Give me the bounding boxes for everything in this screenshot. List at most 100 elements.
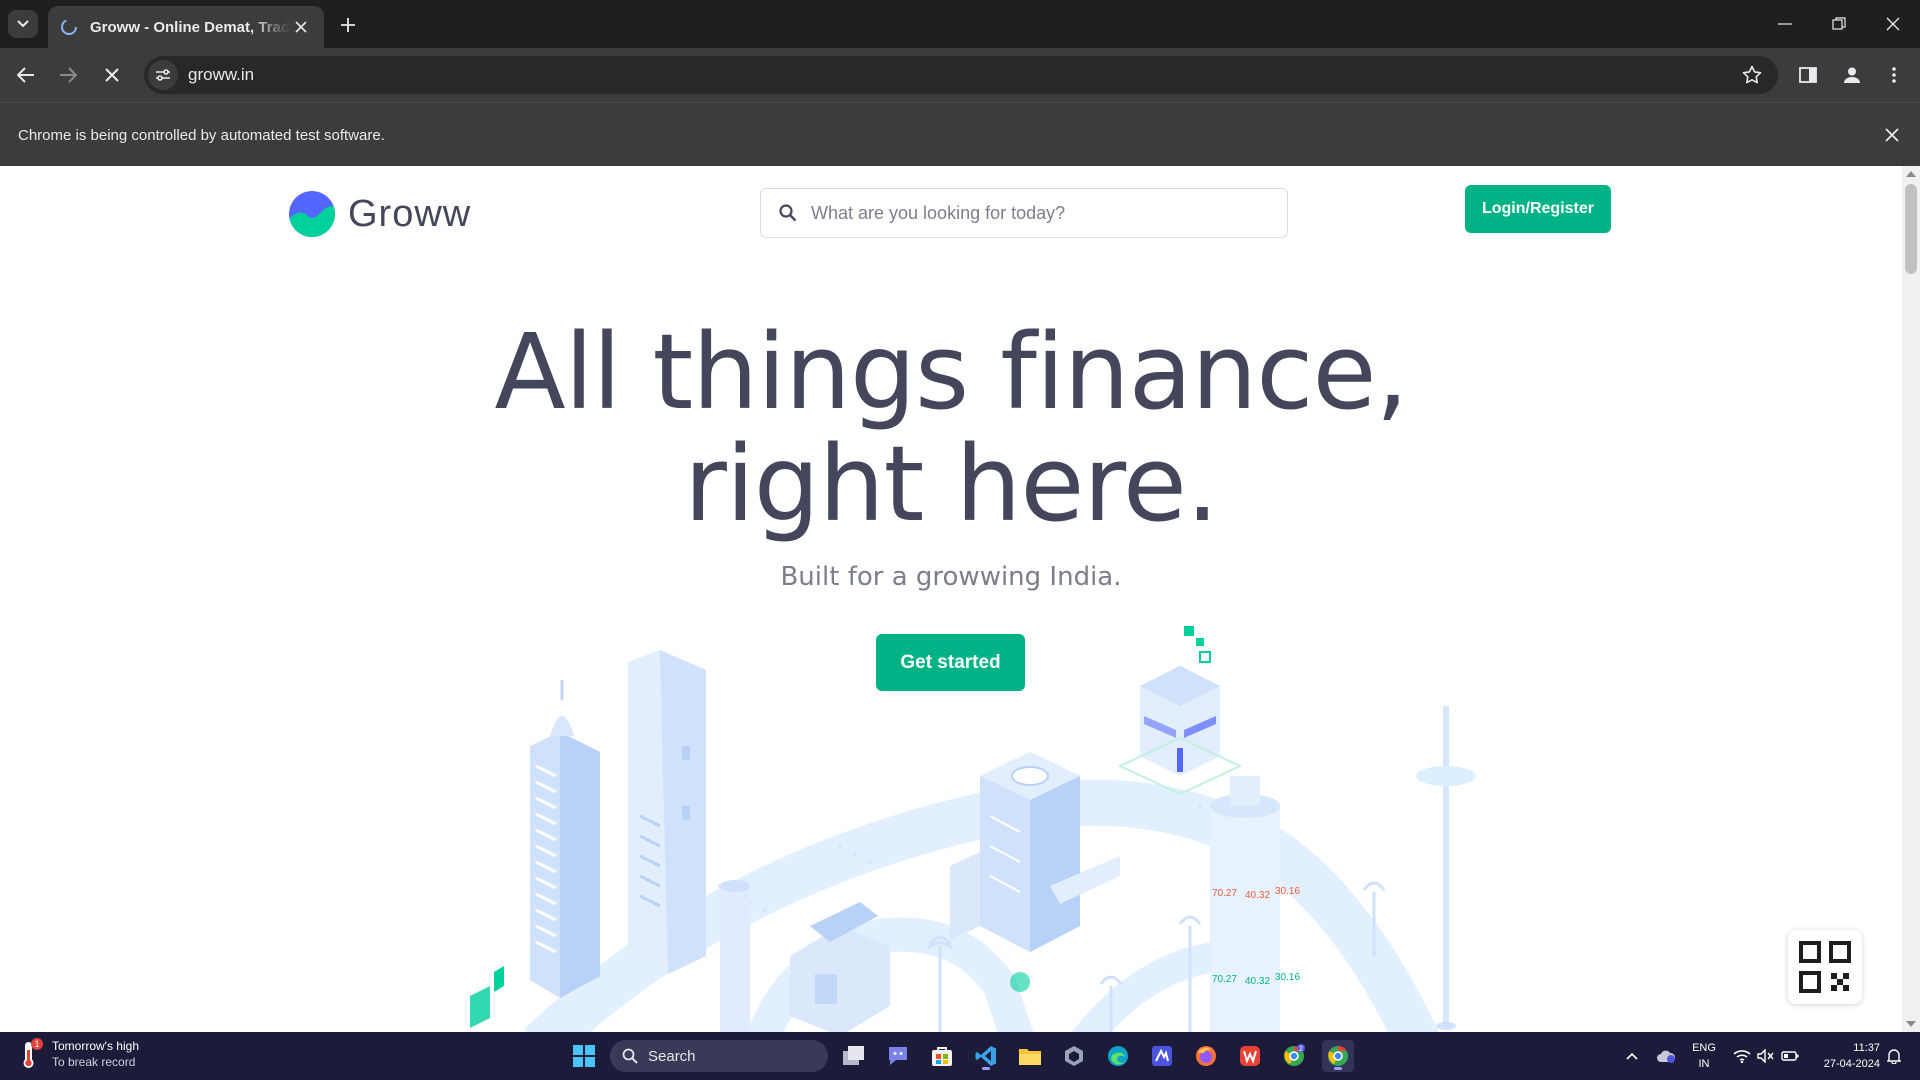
close-icon <box>1886 17 1900 31</box>
wps-icon <box>1240 1046 1260 1066</box>
wps-office-app[interactable] <box>1234 1040 1266 1072</box>
address-bar[interactable]: groww.in <box>144 56 1778 94</box>
minimize-icon <box>1778 23 1792 25</box>
edge-icon <box>1108 1046 1128 1066</box>
site-search-bar[interactable] <box>760 188 1288 238</box>
infobar-close-icon[interactable] <box>1882 125 1902 145</box>
system-clock[interactable]: 11:37 27-04-2024 <box>1808 1032 1880 1080</box>
active-app-indicator <box>982 1067 990 1070</box>
weather-title: Tomorrow's high <box>52 1039 139 1053</box>
battery-icon <box>1781 1051 1799 1061</box>
url-text: groww.in <box>188 65 255 84</box>
file-explorer-app[interactable] <box>1014 1040 1046 1072</box>
ticker-label-4: 70.27 <box>1212 974 1237 985</box>
bookmark-star-icon[interactable] <box>1740 63 1764 87</box>
groww-logo-icon <box>289 191 335 237</box>
browser-tab-strip: Groww - Online Demat, Trading and Direct… <box>0 0 1920 48</box>
automation-infobar: Chrome is being controlled by automated … <box>0 102 1920 166</box>
browser-toolbar: groww.in <box>0 48 1920 102</box>
city-illustration: 70.27 40.32 30.16 70.27 40.32 30.16 <box>470 626 1476 1032</box>
task-view-button[interactable] <box>838 1040 870 1072</box>
svg-text:1: 1 <box>34 1039 39 1049</box>
qr-code-button[interactable] <box>1788 930 1862 1004</box>
back-button[interactable] <box>10 59 42 91</box>
hero-subheadline: Built for a growwing India. <box>780 562 1122 592</box>
start-button[interactable] <box>568 1040 600 1072</box>
page-scrollbar[interactable] <box>1902 166 1920 1032</box>
close-window-button[interactable] <box>1866 0 1920 48</box>
cube-icon <box>1065 1046 1083 1066</box>
windows-logo-icon <box>573 1045 595 1067</box>
taskbar-search[interactable]: Search <box>610 1040 828 1072</box>
chrome-profile-app[interactable]: 2 <box>1278 1040 1310 1072</box>
notification-button[interactable] <box>1880 1032 1908 1080</box>
weather-widget[interactable]: 1 Tomorrow's high To break record <box>18 1038 139 1070</box>
more-vertical-icon <box>1892 67 1896 83</box>
ticker-label-6: 30.16 <box>1275 972 1300 983</box>
scrollbar-thumb[interactable] <box>1905 184 1917 274</box>
vscode-app[interactable] <box>970 1040 1002 1072</box>
new-tab-button[interactable] <box>334 11 362 39</box>
ticker-label-5: 40.32 <box>1245 976 1270 987</box>
active-app-indicator <box>1334 1067 1342 1070</box>
brand-name: Groww <box>348 192 472 235</box>
microsoft-store-app[interactable] <box>926 1040 958 1072</box>
volume-tray-icon[interactable] <box>1754 1032 1778 1080</box>
chevron-up-icon <box>1626 1052 1638 1060</box>
scroll-down-arrow-icon[interactable] <box>1906 1021 1916 1027</box>
infobar-message: Chrome is being controlled by automated … <box>18 127 385 144</box>
restore-icon <box>1832 17 1846 30</box>
folder-icon <box>1019 1049 1041 1065</box>
browser-tab-active[interactable]: Groww - Online Demat, Trading and Direct… <box>48 6 324 48</box>
ticker-label-2: 40.32 <box>1245 890 1270 901</box>
chrome-icon: 2 <box>1284 1044 1305 1066</box>
arrow-left-icon <box>17 67 34 83</box>
site-search-input[interactable] <box>811 202 1251 224</box>
chat-icon <box>889 1047 907 1065</box>
chevron-down-icon <box>17 20 29 28</box>
restore-button[interactable] <box>1812 0 1866 48</box>
edge-browser-app[interactable] <box>1102 1040 1134 1072</box>
forward-button[interactable] <box>52 59 84 91</box>
tab-close-icon[interactable] <box>290 16 312 38</box>
plus-icon <box>341 18 355 32</box>
onedrive-tray-icon[interactable] <box>1652 1032 1680 1080</box>
hero-section: All things finance, right here. Built fo… <box>0 316 1902 592</box>
hero-headline: All things finance, right here. <box>0 316 1902 540</box>
battery-tray-icon[interactable] <box>1778 1032 1802 1080</box>
clock-time: 11:37 <box>1853 1042 1880 1054</box>
minimize-button[interactable] <box>1758 0 1812 48</box>
tab-search-button[interactable] <box>8 10 38 38</box>
language-code: ENG <box>1692 1042 1716 1054</box>
stop-loading-button[interactable] <box>96 59 128 91</box>
clock-date: 27-04-2024 <box>1823 1058 1880 1070</box>
profile-button[interactable] <box>1836 59 1868 91</box>
taskbar-search-label: Search <box>648 1047 696 1065</box>
search-icon <box>779 204 797 222</box>
chrome-menu-button[interactable] <box>1878 59 1910 91</box>
tray-overflow-button[interactable] <box>1620 1032 1644 1080</box>
wifi-icon <box>1733 1050 1751 1063</box>
site-info-icon[interactable] <box>148 60 178 90</box>
store-icon <box>932 1047 952 1066</box>
chrome-icon <box>1328 1045 1348 1066</box>
powerautomate-app[interactable] <box>1146 1040 1178 1072</box>
firefox-icon <box>1196 1046 1216 1066</box>
volume-muted-icon <box>1757 1049 1774 1063</box>
groww-logo[interactable]: Groww <box>288 190 471 238</box>
arrow-right-icon <box>60 67 77 83</box>
hero-headline-line2: right here. <box>684 423 1219 545</box>
terminal-app[interactable] <box>1058 1040 1090 1072</box>
language-indicator[interactable]: ENG IN <box>1686 1032 1722 1080</box>
loading-icon <box>60 18 78 36</box>
hero-headline-line1: All things finance, <box>494 311 1408 433</box>
login-register-button[interactable]: Login/Register <box>1465 185 1611 233</box>
scroll-up-arrow-icon[interactable] <box>1906 171 1916 177</box>
wifi-tray-icon[interactable] <box>1730 1032 1754 1080</box>
ticker-label-1: 70.27 <box>1212 888 1237 899</box>
chrome-app-active[interactable] <box>1322 1040 1354 1072</box>
teams-chat-app[interactable] <box>882 1040 914 1072</box>
side-panel-button[interactable] <box>1792 59 1824 91</box>
weather-subtitle: To break record <box>52 1055 136 1069</box>
firefox-app[interactable] <box>1190 1040 1222 1072</box>
